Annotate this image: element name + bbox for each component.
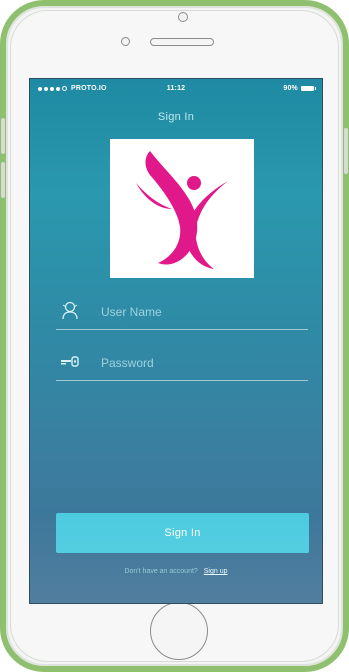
dancer-logo-icon xyxy=(136,151,228,269)
front-camera-icon xyxy=(178,12,188,22)
username-field xyxy=(56,293,308,330)
status-time: 11:12 xyxy=(166,85,186,92)
status-bar: PROTO.IO 11:12 90% xyxy=(30,79,322,99)
battery-icon xyxy=(301,86,316,91)
battery-percent: 90% xyxy=(283,85,298,92)
password-field xyxy=(56,344,308,381)
power-button xyxy=(344,128,348,174)
home-button[interactable] xyxy=(150,602,208,660)
sign-up-link[interactable]: Sign up xyxy=(204,568,228,575)
sign-in-button[interactable]: Sign In xyxy=(56,513,309,553)
page-title: Sign In xyxy=(157,111,195,123)
volume-down-button xyxy=(1,162,5,198)
password-input[interactable] xyxy=(101,354,301,372)
volume-up-button xyxy=(1,118,5,154)
sensor-icon xyxy=(121,37,130,46)
speaker-grille xyxy=(150,38,214,46)
user-icon xyxy=(62,301,78,320)
signup-prompt: Don't have an account? Sign up xyxy=(30,568,322,575)
battery-indicator: 90% xyxy=(283,85,316,92)
key-icon xyxy=(61,356,79,367)
username-input[interactable] xyxy=(101,303,301,321)
signup-prompt-text: Don't have an account? xyxy=(124,568,198,575)
app-logo xyxy=(110,139,254,278)
app-screen: PROTO.IO 11:12 90% Sign In User Name Sig… xyxy=(29,78,323,604)
